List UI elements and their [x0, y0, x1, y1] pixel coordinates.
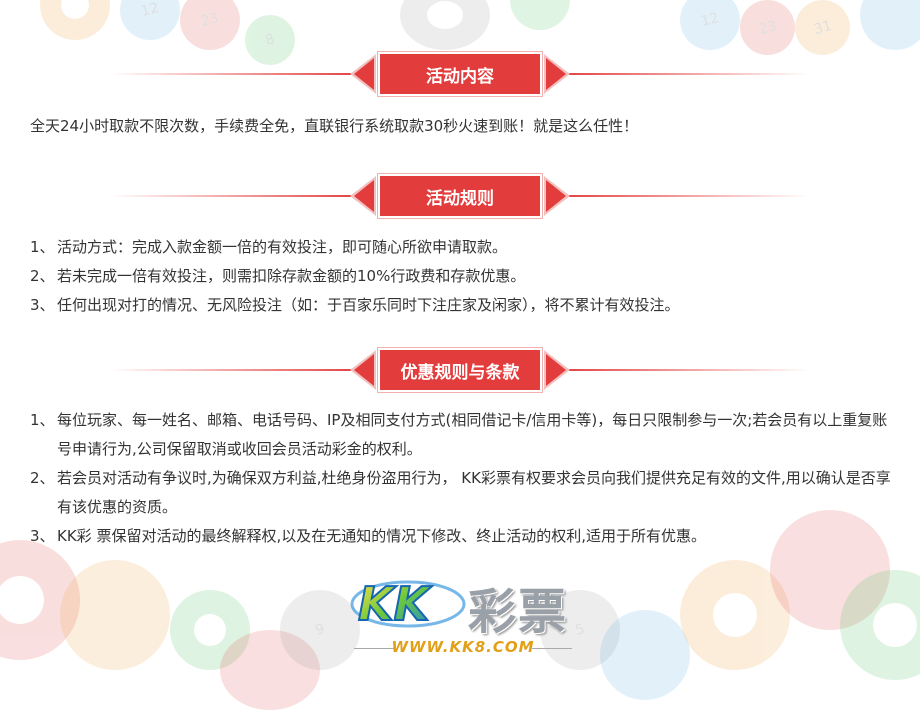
list-item: 2、 若会员对活动有争议时,为确保双方利益,杜绝身份盗用行为， KK彩票有权要求… [30, 464, 900, 522]
lottery-ball-icon [40, 0, 110, 40]
banner-line-right [560, 369, 810, 371]
item-text: 任何出现对打的情况、无风险投注（如：于百家乐同时下注庄家及闲家），将不累计有效投… [57, 296, 680, 314]
item-number: 3、 [30, 296, 55, 314]
banner-line-left [110, 195, 360, 197]
content-text: 全天24小时取款不限次数，手续费全免，直联银行系统取款30秒火速到账！就是这么任… [30, 112, 900, 141]
list-item: 1、 每位玩家、每一姓名、邮箱、电话号码、IP及相同支付方式(相同借记卡/信用卡… [30, 406, 900, 464]
list-item: 1、 活动方式：完成入款金额一倍的有效投注，即可随心所欲申请取款。 [30, 233, 900, 262]
section-title: 活动内容 [380, 54, 540, 94]
item-text: 若会员对活动有争议时,为确保双方利益,杜绝身份盗用行为， KK彩票有权要求会员向… [57, 469, 891, 516]
banner-arrow-left-icon [354, 58, 374, 90]
banner-line-right [560, 73, 810, 75]
banner-arrow-left-icon [354, 180, 374, 212]
lottery-ball-icon [400, 0, 490, 50]
terms-list: 1、 每位玩家、每一姓名、邮箱、电话号码、IP及相同支付方式(相同借记卡/信用卡… [30, 406, 900, 551]
banner-arrow-left-icon [354, 354, 374, 386]
logo-latin-text: KK [358, 577, 433, 630]
banner-line-right [560, 195, 810, 197]
lottery-ball-icon [600, 610, 690, 700]
banner-arrow-right-icon [546, 58, 566, 90]
list-item: 2、 若未完成一倍有效投注，则需扣除存款金额的10%行政费和存款优惠。 [30, 262, 900, 291]
lottery-ball-icon: 23 [740, 0, 795, 55]
item-number: 2、 [30, 469, 55, 487]
banner-arrow-right-icon [546, 354, 566, 386]
item-text: 每位玩家、每一姓名、邮箱、电话号码、IP及相同支付方式(相同借记卡/信用卡等)，… [57, 411, 888, 458]
kk-logo-icon: KK [350, 576, 466, 630]
item-text: 活动方式：完成入款金额一倍的有效投注，即可随心所欲申请取款。 [57, 238, 508, 256]
content-paragraph: 全天24小时取款不限次数，手续费全免，直联银行系统取款30秒火速到账！就是这么任… [30, 117, 639, 135]
logo-chinese-text: 彩票 [468, 584, 569, 640]
banner-line-left [110, 73, 360, 75]
lottery-ball-icon [510, 0, 570, 30]
item-number: 1、 [30, 411, 55, 429]
item-number: 2、 [30, 267, 55, 285]
lottery-ball-icon [60, 560, 170, 670]
section-title: 优惠规则与条款 [380, 350, 540, 390]
lottery-ball-icon: 23 [180, 0, 240, 50]
item-text: 若未完成一倍有效投注，则需扣除存款金额的10%行政费和存款优惠。 [57, 267, 526, 285]
section-banner-rules: 活动规则 [0, 176, 920, 216]
lottery-ball-icon: 12 [680, 0, 740, 50]
banner-line-left [110, 369, 360, 371]
item-text: KK彩 票保留对活动的最终解释权,以及在无通知的情况下修改、终止活动的权利,适用… [57, 527, 706, 545]
brand-logo: KK 彩票 WWW.KK8.COM [348, 568, 578, 668]
lottery-ball-icon: 12 [120, 0, 180, 40]
rules-list: 1、 活动方式：完成入款金额一倍的有效投注，即可随心所欲申请取款。 2、 若未完… [30, 233, 900, 320]
logo-url-text: WWW.KK8.COM [348, 638, 578, 656]
item-number: 1、 [30, 238, 55, 256]
list-item: 3、 任何出现对打的情况、无风险投注（如：于百家乐同时下注庄家及闲家），将不累计… [30, 291, 900, 320]
lottery-ball-icon [860, 0, 920, 50]
section-title: 活动规则 [380, 176, 540, 216]
list-item: 3、 KK彩 票保留对活动的最终解释权,以及在无通知的情况下修改、终止活动的权利… [30, 522, 900, 551]
lottery-ball-icon: 31 [795, 0, 850, 55]
section-banner-terms: 优惠规则与条款 [0, 350, 920, 390]
item-number: 3、 [30, 527, 55, 545]
banner-arrow-right-icon [546, 180, 566, 212]
section-banner-content: 活动内容 [0, 54, 920, 94]
